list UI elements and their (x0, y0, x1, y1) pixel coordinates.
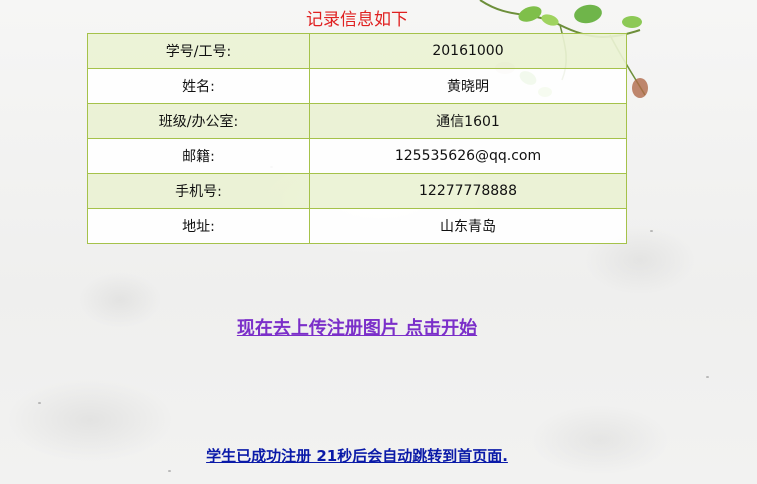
row-label: 地址: (87, 208, 310, 244)
redirect-notice: 学生已成功注册 21秒后会自动跳转到首页面. (206, 447, 508, 465)
record-table: 学号/工号: 20161000 姓名: 黄晓明 班级/办公室: 通信1601 邮… (87, 33, 627, 244)
row-value: 黄晓明 (309, 68, 627, 104)
background-speck (650, 230, 653, 232)
table-row: 班级/办公室: 通信1601 (87, 103, 627, 139)
table-row: 地址: 山东青岛 (87, 208, 627, 244)
background-speck (38, 402, 41, 404)
row-value: 125535626@qq.com (309, 138, 627, 174)
table-row: 手机号: 12277778888 (87, 173, 627, 209)
row-label: 班级/办公室: (87, 103, 310, 139)
background-speck (706, 376, 709, 378)
page-title: 记录信息如下 (306, 10, 408, 30)
row-label: 学号/工号: (87, 33, 310, 69)
row-value: 通信1601 (309, 103, 627, 139)
row-value: 山东青岛 (309, 208, 627, 244)
row-value: 20161000 (309, 33, 627, 69)
upload-photo-link[interactable]: 现在去上传注册图片 点击开始 (0, 314, 714, 340)
background-speck (168, 470, 171, 472)
row-label: 邮籍: (87, 138, 310, 174)
table-row: 邮籍: 125535626@qq.com (87, 138, 627, 174)
row-value: 12277778888 (309, 173, 627, 209)
table-row: 学号/工号: 20161000 (87, 33, 627, 69)
row-label: 姓名: (87, 68, 310, 104)
row-label: 手机号: (87, 173, 310, 209)
table-row: 姓名: 黄晓明 (87, 68, 627, 104)
